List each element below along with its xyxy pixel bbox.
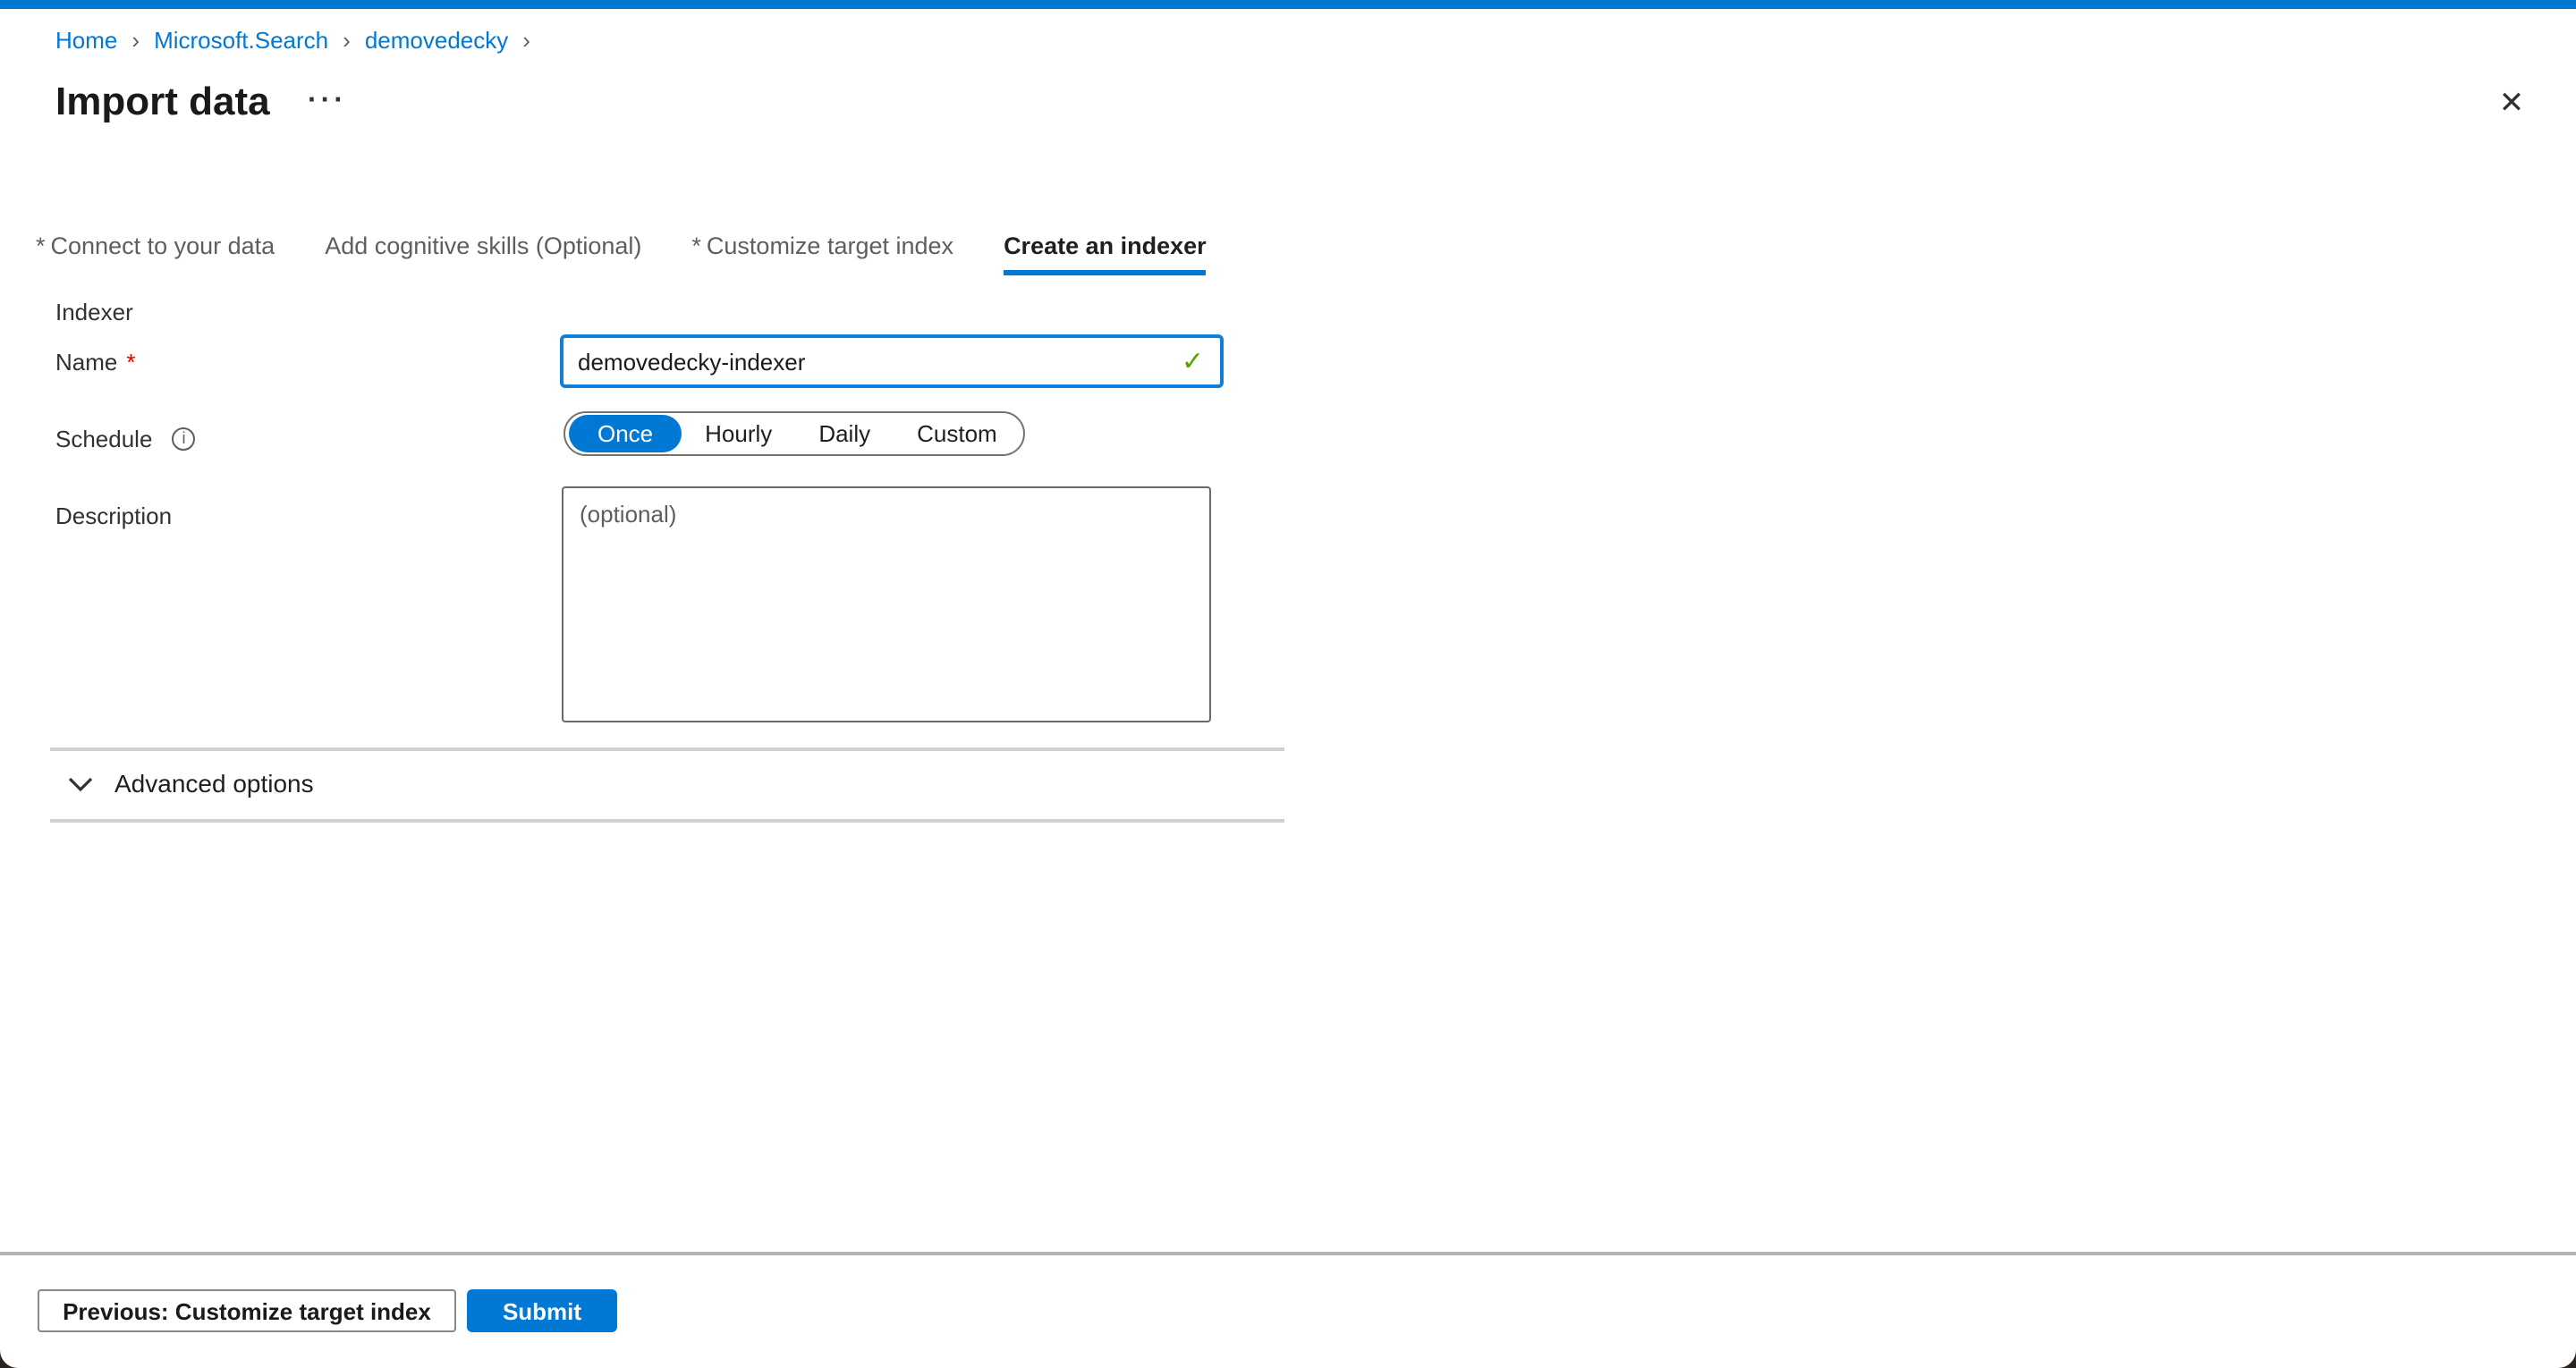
close-icon[interactable]: ✕: [2490, 82, 2533, 125]
chevron-right-icon: ›: [522, 27, 530, 54]
schedule-option-custom[interactable]: Custom: [894, 415, 1021, 452]
schedule-option-daily[interactable]: Daily: [795, 415, 894, 452]
required-star: *: [691, 232, 701, 259]
more-options-icon[interactable]: ···: [308, 86, 347, 118]
chevron-right-icon: ›: [131, 27, 140, 54]
footer-divider: [0, 1252, 2576, 1255]
name-label-text: Name: [55, 349, 117, 376]
divider: [50, 819, 1284, 822]
tab-connect-to-your-data[interactable]: *Connect to your data: [36, 232, 275, 275]
previous-step-button[interactable]: Previous: Customize target index: [38, 1289, 456, 1332]
portal-top-bar: [0, 0, 2576, 9]
tab-customize-target-index[interactable]: *Customize target index: [691, 232, 953, 275]
page-title: Import data: [55, 79, 270, 125]
schedule-label: Schedule i: [55, 426, 195, 452]
description-label-text: Description: [55, 502, 172, 529]
required-star: *: [36, 232, 46, 259]
tab-label: Connect to your data: [51, 232, 275, 259]
tab-add-cognitive-skills[interactable]: Add cognitive skills (Optional): [325, 232, 641, 275]
schedule-option-once[interactable]: Once: [569, 415, 682, 452]
indexer-name-input[interactable]: [564, 338, 1182, 384]
schedule-pill-group: Once Hourly Daily Custom: [564, 411, 1025, 456]
advanced-options-label: Advanced options: [114, 769, 314, 798]
divider: [50, 747, 1284, 750]
breadcrumb-microsoft-search-link[interactable]: Microsoft.Search: [154, 27, 328, 54]
tab-label: Customize target index: [707, 232, 953, 259]
info-icon[interactable]: i: [172, 427, 195, 451]
chevron-right-icon: ›: [343, 27, 351, 54]
tab-create-an-indexer[interactable]: Create an indexer: [1004, 232, 1207, 275]
name-label: Name *: [55, 349, 136, 376]
schedule-label-text: Schedule: [55, 426, 152, 452]
chevron-down-icon: [68, 775, 93, 791]
description-textarea[interactable]: [562, 486, 1211, 722]
breadcrumb-demovedecky-link[interactable]: demovedecky: [365, 27, 508, 54]
indexer-section-heading: Indexer: [55, 299, 133, 325]
valid-check-icon: ✓: [1182, 345, 1220, 377]
tab-label: Create an indexer: [1004, 232, 1207, 259]
wizard-tabs: *Connect to your data Add cognitive skil…: [36, 232, 1207, 275]
description-label: Description: [55, 502, 172, 529]
window: Home › Microsoft.Search › demovedecky › …: [0, 0, 2576, 1368]
indexer-name-field-wrap: ✓: [560, 334, 1224, 388]
submit-button[interactable]: Submit: [467, 1289, 617, 1332]
tab-label: Add cognitive skills (Optional): [325, 232, 641, 259]
import-data-page: Home › Microsoft.Search › demovedecky › …: [0, 0, 2576, 1368]
advanced-options-toggle[interactable]: Advanced options: [68, 769, 314, 798]
breadcrumb: Home › Microsoft.Search › demovedecky ›: [55, 27, 545, 54]
breadcrumb-home-link[interactable]: Home: [55, 27, 117, 54]
required-asterisk: *: [126, 349, 135, 376]
schedule-option-hourly[interactable]: Hourly: [682, 415, 795, 452]
